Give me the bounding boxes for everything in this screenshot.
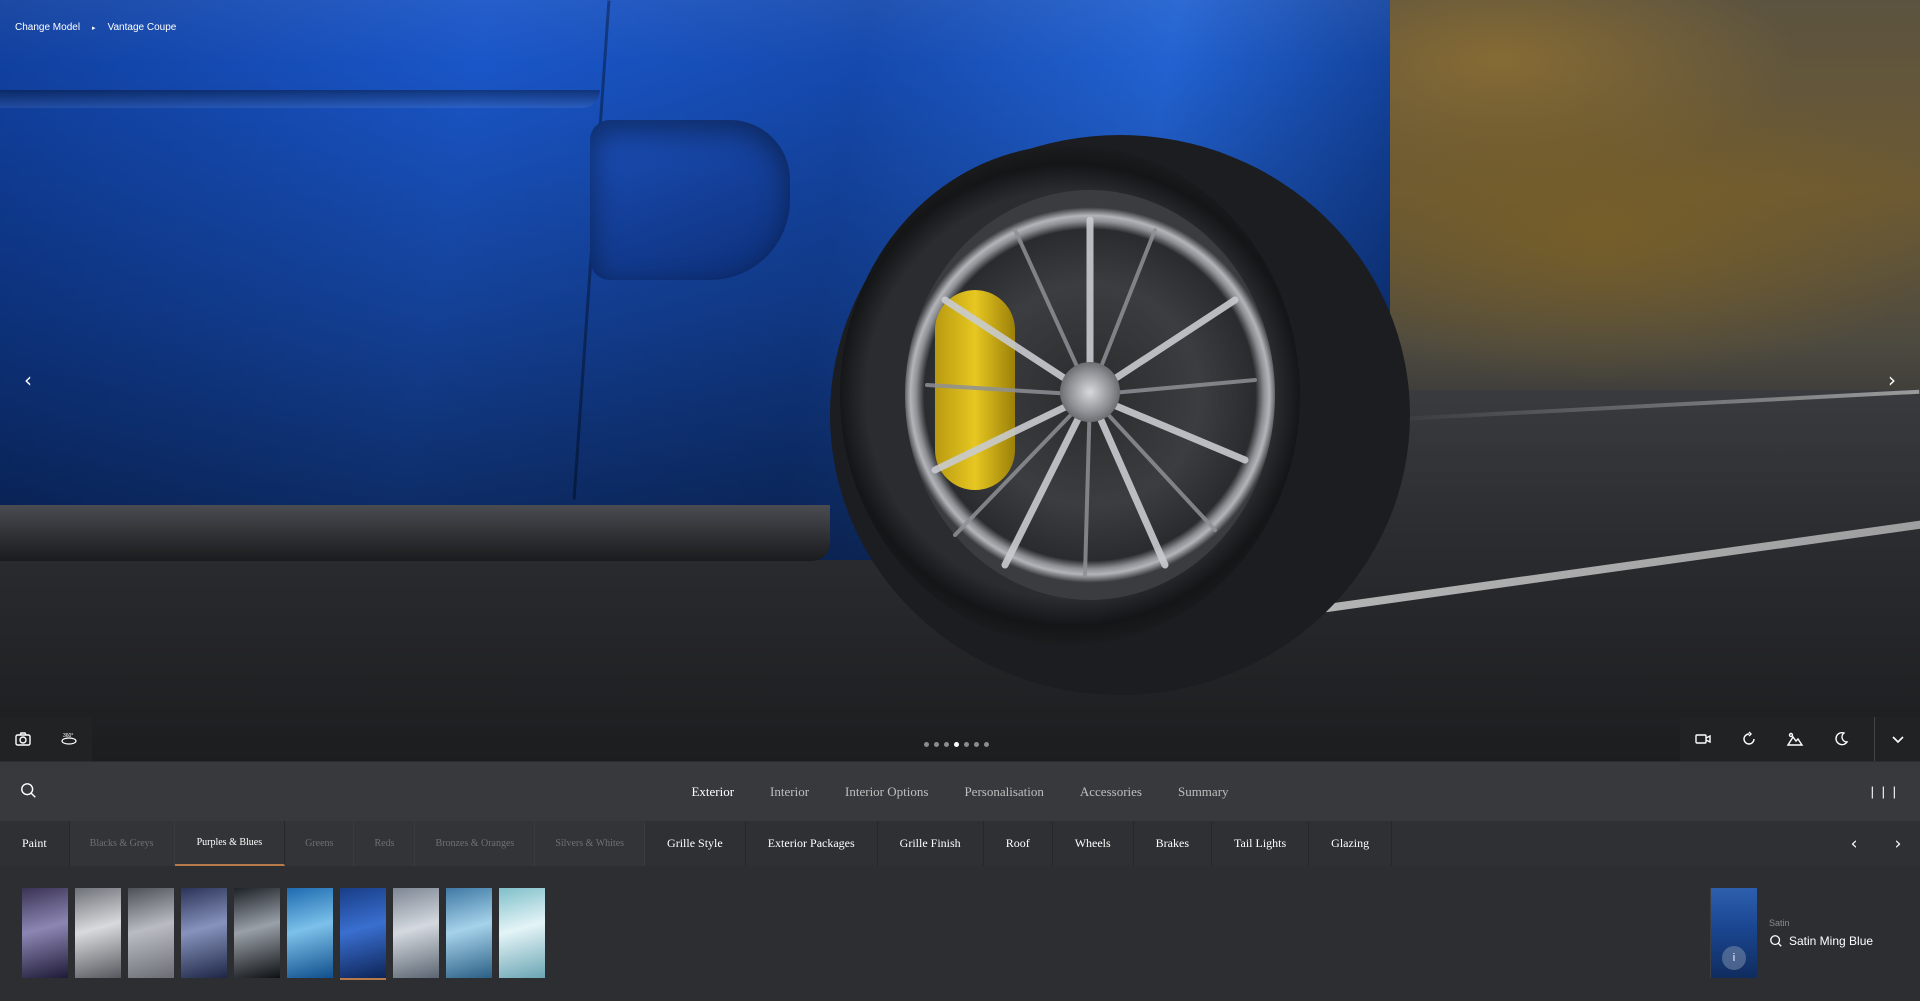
nav-tabs: Exterior Interior Interior Options Personal…	[691, 784, 1228, 800]
color-swatches	[22, 888, 545, 980]
environment-icon[interactable]	[1772, 717, 1818, 761]
selected-option-card: i Satin Satin Ming Blue	[1710, 888, 1900, 978]
camera-icon[interactable]	[0, 717, 46, 761]
carousel-dot[interactable]	[964, 742, 969, 747]
change-model-link[interactable]: Change Model	[15, 22, 80, 33]
search-icon[interactable]	[20, 782, 40, 802]
breadcrumb-separator-icon: ▸	[92, 24, 96, 32]
sub-nav: Paint Blacks & Greys Purples & Blues Green…	[0, 821, 1920, 866]
carousel-dot[interactable]	[974, 742, 979, 747]
car-sill	[0, 505, 830, 561]
tab-exterior-packages[interactable]: Exterior Packages	[746, 821, 878, 866]
selected-color-thumb: i	[1711, 888, 1757, 978]
tab-paint[interactable]: Paint	[0, 821, 70, 866]
night-mode-icon[interactable]	[1818, 717, 1864, 761]
tab-interior[interactable]: Interior	[770, 784, 809, 800]
car-viewer[interactable]: Change Model ▸ Vantage Coupe ‹ › 360°	[0, 0, 1920, 761]
tab-summary[interactable]: Summary	[1178, 784, 1229, 800]
view-tools-right	[1680, 717, 1920, 761]
palette-tab[interactable]: Purples & Blues	[174, 821, 286, 866]
chevron-down-icon[interactable]	[1874, 717, 1920, 761]
chevron-right-icon[interactable]: ›	[1880, 368, 1904, 392]
palette-tab[interactable]: Greens	[285, 821, 355, 866]
breadcrumb: Change Model ▸ Vantage Coupe	[15, 22, 176, 33]
video-camera-icon[interactable]	[1680, 717, 1726, 761]
chevron-right-icon[interactable]: ›	[1876, 821, 1920, 866]
chevron-left-icon[interactable]: ‹	[1832, 821, 1876, 866]
finish-label: Satin	[1769, 918, 1790, 928]
color-swatch[interactable]	[446, 888, 492, 978]
tab-grille-finish[interactable]: Grille Finish	[878, 821, 984, 866]
tab-accessories[interactable]: Accessories	[1080, 784, 1142, 800]
tab-roof[interactable]: Roof	[984, 821, 1053, 866]
color-swatch[interactable]	[75, 888, 121, 978]
color-swatch[interactable]	[181, 888, 227, 978]
subnav-arrows: ‹ ›	[1832, 821, 1920, 866]
360-view-icon[interactable]: 360°	[46, 717, 92, 761]
view-tools-left: 360°	[0, 717, 92, 761]
selected-name-row: Satin Ming Blue	[1769, 934, 1873, 948]
selected-color-name: Satin Ming Blue	[1789, 934, 1874, 948]
palette-tab[interactable]: Silvers & Whites	[535, 821, 646, 866]
paint-palette-tabs: Blacks & Greys Purples & Blues Greens Reds B…	[69, 821, 646, 866]
color-swatch[interactable]	[393, 888, 439, 978]
tab-glazing[interactable]: Glazing	[1309, 821, 1393, 866]
color-swatch[interactable]	[287, 888, 333, 978]
palette-tab[interactable]: Blacks & Greys	[70, 821, 175, 866]
tab-brakes[interactable]: Brakes	[1134, 821, 1212, 866]
model-name[interactable]: Vantage Coupe	[108, 22, 177, 33]
menu-icon[interactable]: | | |	[1871, 784, 1898, 799]
tab-interior-options[interactable]: Interior Options	[845, 784, 928, 800]
carousel-dot[interactable]	[944, 742, 949, 747]
color-swatch[interactable]	[340, 888, 386, 980]
car-crease	[0, 90, 600, 108]
carousel-dot[interactable]	[934, 742, 939, 747]
tab-tail-lights[interactable]: Tail Lights	[1212, 821, 1310, 866]
options-panel: i Satin Satin Ming Blue	[0, 866, 1920, 1001]
info-icon[interactable]: i	[1722, 946, 1746, 970]
tab-exterior[interactable]: Exterior	[691, 784, 734, 800]
color-swatch[interactable]	[128, 888, 174, 978]
color-swatch[interactable]	[234, 888, 280, 978]
tab-grille-style[interactable]: Grille Style	[645, 821, 746, 866]
search-icon[interactable]	[1769, 934, 1783, 948]
rotate-icon[interactable]	[1726, 717, 1772, 761]
color-swatch[interactable]	[499, 888, 545, 978]
tab-wheels[interactable]: Wheels	[1053, 821, 1134, 866]
carousel-dots	[924, 742, 989, 747]
chevron-left-icon[interactable]: ‹	[16, 368, 40, 392]
wheel-center-cap	[1060, 362, 1120, 422]
palette-tab[interactable]: Reds	[354, 821, 416, 866]
category-tabs: Grille Style Exterior Packages Grille Fini…	[645, 821, 1393, 866]
tab-personalisation[interactable]: Personalisation	[964, 784, 1043, 800]
car-side-vent	[590, 120, 790, 280]
selected-option-text: Satin Satin Ming Blue	[1757, 888, 1873, 978]
main-nav: Exterior Interior Interior Options Personal…	[0, 761, 1920, 821]
color-swatch[interactable]	[22, 888, 68, 978]
palette-tab[interactable]: Bronzes & Oranges	[415, 821, 536, 866]
carousel-dot[interactable]	[954, 742, 959, 747]
carousel-dot[interactable]	[984, 742, 989, 747]
carousel-dot[interactable]	[924, 742, 929, 747]
